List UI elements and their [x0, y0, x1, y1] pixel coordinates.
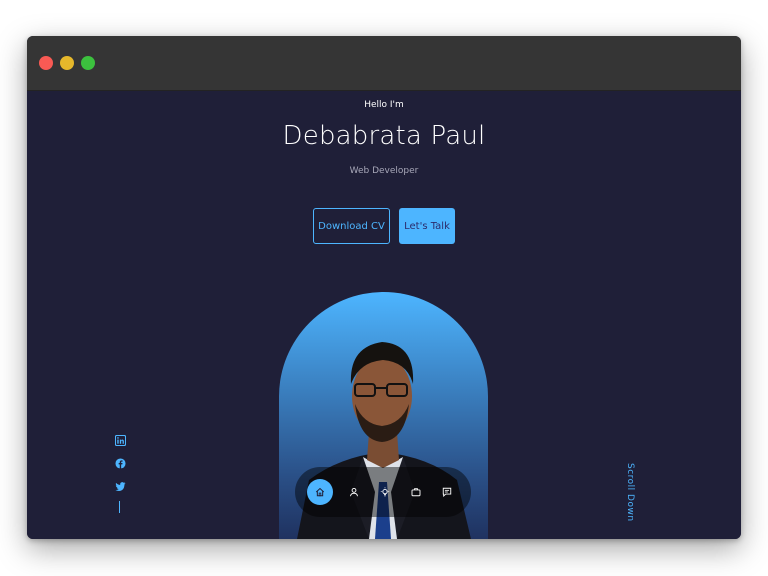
- portfolio-page: Hello I'm Debabrata Paul Web Developer D…: [27, 91, 741, 539]
- bottom-nav: [295, 467, 471, 517]
- home-icon: [315, 487, 325, 497]
- social-divider: [119, 501, 120, 513]
- scroll-down-link[interactable]: Scroll Down: [625, 463, 635, 522]
- message-icon: [442, 487, 452, 497]
- browser-window: Hello I'm Debabrata Paul Web Developer D…: [27, 36, 741, 539]
- zoom-window-button[interactable]: [81, 56, 95, 70]
- greeting-text: Hello I'm: [364, 100, 404, 110]
- briefcase-icon: [411, 488, 421, 497]
- twitter-icon[interactable]: [114, 480, 126, 492]
- nav-portfolio[interactable]: [404, 480, 428, 504]
- user-icon: [350, 487, 358, 497]
- lets-talk-button[interactable]: Let's Talk: [399, 208, 455, 244]
- page-title: Debabrata Paul: [282, 121, 486, 151]
- nav-contact[interactable]: [435, 480, 459, 504]
- close-window-button[interactable]: [39, 56, 53, 70]
- facebook-icon[interactable]: [114, 457, 126, 469]
- subtitle-role: Web Developer: [349, 166, 419, 176]
- title-bar: [27, 36, 741, 91]
- nav-about[interactable]: [342, 480, 366, 504]
- download-cv-button[interactable]: Download CV: [313, 208, 390, 244]
- lightbulb-icon: [380, 487, 390, 497]
- minimize-window-button[interactable]: [60, 56, 74, 70]
- nav-experience[interactable]: [373, 480, 397, 504]
- nav-home[interactable]: [307, 479, 333, 505]
- linkedin-icon[interactable]: [114, 434, 126, 446]
